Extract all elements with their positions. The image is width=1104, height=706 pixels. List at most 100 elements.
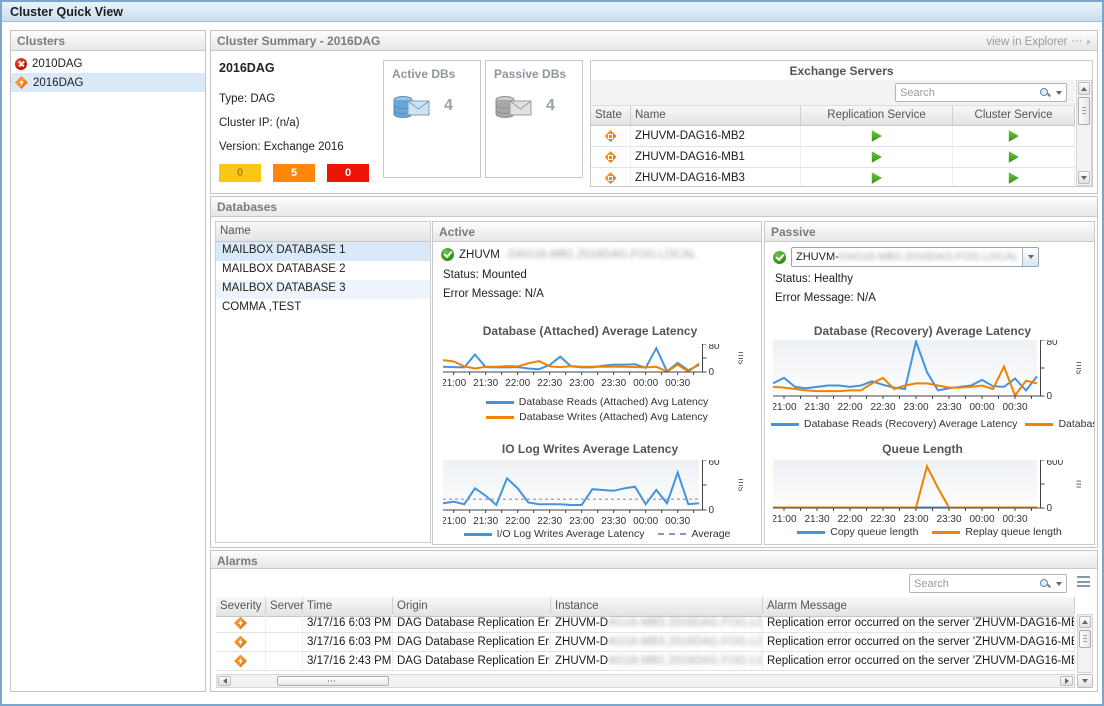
svg-text:22:30: 22:30 bbox=[537, 516, 562, 527]
svg-text:21:30: 21:30 bbox=[804, 514, 829, 525]
svg-text:22:00: 22:00 bbox=[837, 402, 862, 413]
cluster-type: Type: DAG bbox=[219, 93, 275, 105]
chart-title-queue-length: Queue Length bbox=[765, 442, 1080, 456]
chart-io-log-writes: 600ms21:0021:3022:0022:3023:0023:3000:00… bbox=[443, 460, 743, 531]
legend-swatch bbox=[771, 423, 799, 426]
alarm-row[interactable]: 3/17/16 6:03 PM DAG Database Replication… bbox=[216, 614, 1075, 633]
passive-copy-card: Passive ZHUVM- DAG16-MB3.2016DAG.FOG.LOC… bbox=[764, 221, 1095, 545]
svg-text:00:00: 00:00 bbox=[969, 402, 994, 413]
database-mail-icon-active bbox=[391, 93, 431, 123]
alarm-instance-redacted: AG16-MB3.2016DAG.FOG.LOCAL bbox=[608, 617, 763, 629]
alarm-time: 3/17/16 2:43 PM bbox=[303, 652, 393, 670]
chart-legend: Copy queue lengthReplay queue length bbox=[765, 526, 1094, 538]
chart-title-recovery-latency: Database (Recovery) Average Latency bbox=[765, 324, 1080, 338]
svg-text:22:00: 22:00 bbox=[505, 516, 530, 527]
cluster-quick-view-window: Cluster Quick View Clusters 2010DAG 2016… bbox=[0, 0, 1104, 706]
server-row[interactable]: ZHUVM-DAG16-MB1 bbox=[591, 147, 1075, 168]
chart-queue-length: 6000m21:0021:3022:0022:3023:0023:3000:00… bbox=[773, 460, 1081, 529]
legend-swatch bbox=[658, 533, 686, 535]
database-row[interactable]: COMMA ,TEST bbox=[216, 299, 430, 318]
col-replication-service: Replication Service bbox=[801, 106, 953, 125]
scroll-thumb[interactable] bbox=[1079, 630, 1091, 648]
alarm-message: Replication error occurred on the server… bbox=[763, 633, 1075, 651]
svg-text:21:30: 21:30 bbox=[804, 402, 829, 413]
legend-label: I/O Log Writes Average Latency bbox=[497, 528, 645, 540]
chart-title-io-log-writes: IO Log Writes Average Latency bbox=[433, 442, 747, 456]
svg-text:23:00: 23:00 bbox=[903, 514, 928, 525]
scroll-down-button[interactable] bbox=[1078, 171, 1090, 184]
cluster-item-label: 2010DAG bbox=[32, 58, 83, 70]
view-in-explorer-link[interactable]: view in Explorer ··· bbox=[986, 34, 1091, 50]
alarm-instance-redacted: AG16-MB3.2016DAG.FOG.LOCAL bbox=[608, 636, 763, 648]
page-title: Cluster Quick View bbox=[2, 2, 1102, 22]
alarms-search-input[interactable] bbox=[914, 578, 1039, 590]
passive-server-name: ZHUVM- bbox=[796, 251, 839, 263]
alarm-time: 3/17/16 6:03 PM bbox=[303, 633, 393, 651]
warning-count-badge[interactable]: 0 bbox=[219, 164, 261, 182]
legend-item: Average bbox=[658, 528, 730, 540]
alarm-row[interactable]: 3/17/16 2:43 PM DAG Database Replication… bbox=[216, 652, 1075, 671]
healthy-check-icon bbox=[441, 248, 454, 261]
service-running-icon bbox=[1007, 172, 1020, 185]
svg-text:23:30: 23:30 bbox=[601, 516, 626, 527]
scroll-thumb[interactable] bbox=[1078, 97, 1090, 125]
cluster-item-2010dag[interactable]: 2010DAG bbox=[11, 54, 205, 73]
clusters-panel-title: Clusters bbox=[17, 34, 65, 50]
svg-text:ms: ms bbox=[1074, 361, 1082, 374]
warning-state-icon bbox=[605, 130, 617, 142]
exchange-servers-table-header: State Name Replication Service Cluster S… bbox=[591, 106, 1075, 126]
exchange-servers-search-input[interactable] bbox=[900, 87, 1039, 99]
svg-text:21:00: 21:00 bbox=[443, 516, 467, 527]
warning-state-icon bbox=[605, 172, 617, 184]
cluster-item-2016dag[interactable]: 2016DAG bbox=[11, 73, 205, 92]
alarms-hscrollbar[interactable] bbox=[216, 674, 1075, 688]
search-icon[interactable] bbox=[1039, 578, 1051, 590]
alarm-server bbox=[266, 614, 303, 632]
alarm-instance: ZHUVM-D bbox=[555, 655, 608, 667]
alarms-title: Alarms bbox=[217, 554, 258, 568]
table-customizer-icon[interactable] bbox=[1077, 576, 1090, 587]
passive-server-name-redacted: DAG16-MB3.2016DAG.FOG.LOCAL bbox=[839, 251, 1019, 263]
chart-attached-latency: 800ms21:0021:3022:0022:3023:0023:3000:00… bbox=[443, 344, 743, 393]
svg-text:22:30: 22:30 bbox=[870, 402, 895, 413]
scroll-thumb[interactable] bbox=[277, 676, 389, 686]
scroll-left-button[interactable] bbox=[218, 676, 231, 686]
passive-server-dropdown[interactable]: ZHUVM- DAG16-MB3.2016DAG.FOG.LOCAL bbox=[791, 247, 1039, 267]
dashed-arrow-icon: ··· bbox=[1072, 36, 1084, 48]
col-db-name: Name bbox=[216, 222, 430, 241]
active-card-title: Active bbox=[439, 225, 475, 241]
clusters-panel: Clusters 2010DAG 2016DAG bbox=[10, 30, 206, 692]
active-dbs-card: Active DBs 4 bbox=[383, 60, 481, 178]
alarms-vscrollbar[interactable] bbox=[1077, 614, 1093, 673]
database-row[interactable]: MAILBOX DATABASE 1 bbox=[216, 242, 430, 261]
svg-text:80: 80 bbox=[709, 344, 721, 352]
scroll-up-button[interactable] bbox=[1079, 616, 1091, 628]
search-icon[interactable] bbox=[1039, 87, 1051, 99]
alarm-row[interactable]: 3/17/16 6:03 PM DAG Database Replication… bbox=[216, 633, 1075, 652]
legend-item: Database Writes (Attached) Avg Latency bbox=[486, 411, 708, 423]
service-running-icon bbox=[870, 130, 883, 143]
warning-severity-icon bbox=[234, 617, 247, 630]
server-row[interactable]: ZHUVM-DAG16-MB3 bbox=[591, 168, 1075, 186]
healthy-check-icon bbox=[773, 251, 786, 264]
database-row[interactable]: MAILBOX DATABASE 3 bbox=[216, 280, 430, 299]
alarm-message: Replication error occurred on the server… bbox=[763, 614, 1075, 632]
svg-text:23:00: 23:00 bbox=[903, 402, 928, 413]
exchange-servers-vscrollbar[interactable] bbox=[1076, 80, 1092, 186]
dropdown-arrow-icon[interactable] bbox=[1022, 248, 1038, 266]
scroll-up-button[interactable] bbox=[1078, 82, 1090, 95]
svg-text:0: 0 bbox=[709, 505, 715, 516]
fatal-count-badge[interactable]: 0 bbox=[327, 164, 369, 182]
active-error-message: Error Message: N/A bbox=[443, 288, 544, 300]
cluster-version: Version: Exchange 2016 bbox=[219, 141, 344, 153]
scroll-down-button[interactable] bbox=[1077, 674, 1093, 688]
search-options-arrow-icon[interactable] bbox=[1056, 91, 1062, 95]
error-count-badge[interactable]: 5 bbox=[273, 164, 315, 182]
search-options-arrow-icon[interactable] bbox=[1056, 582, 1062, 586]
database-row[interactable]: MAILBOX DATABASE 2 bbox=[216, 261, 430, 280]
scroll-right-button[interactable] bbox=[1060, 676, 1073, 686]
svg-text:00:00: 00:00 bbox=[969, 514, 994, 525]
server-row[interactable]: ZHUVM-DAG16-MB2 bbox=[591, 126, 1075, 147]
databases-list: Name MAILBOX DATABASE 1 MAILBOX DATABASE… bbox=[215, 221, 431, 543]
svg-text:23:30: 23:30 bbox=[936, 514, 961, 525]
